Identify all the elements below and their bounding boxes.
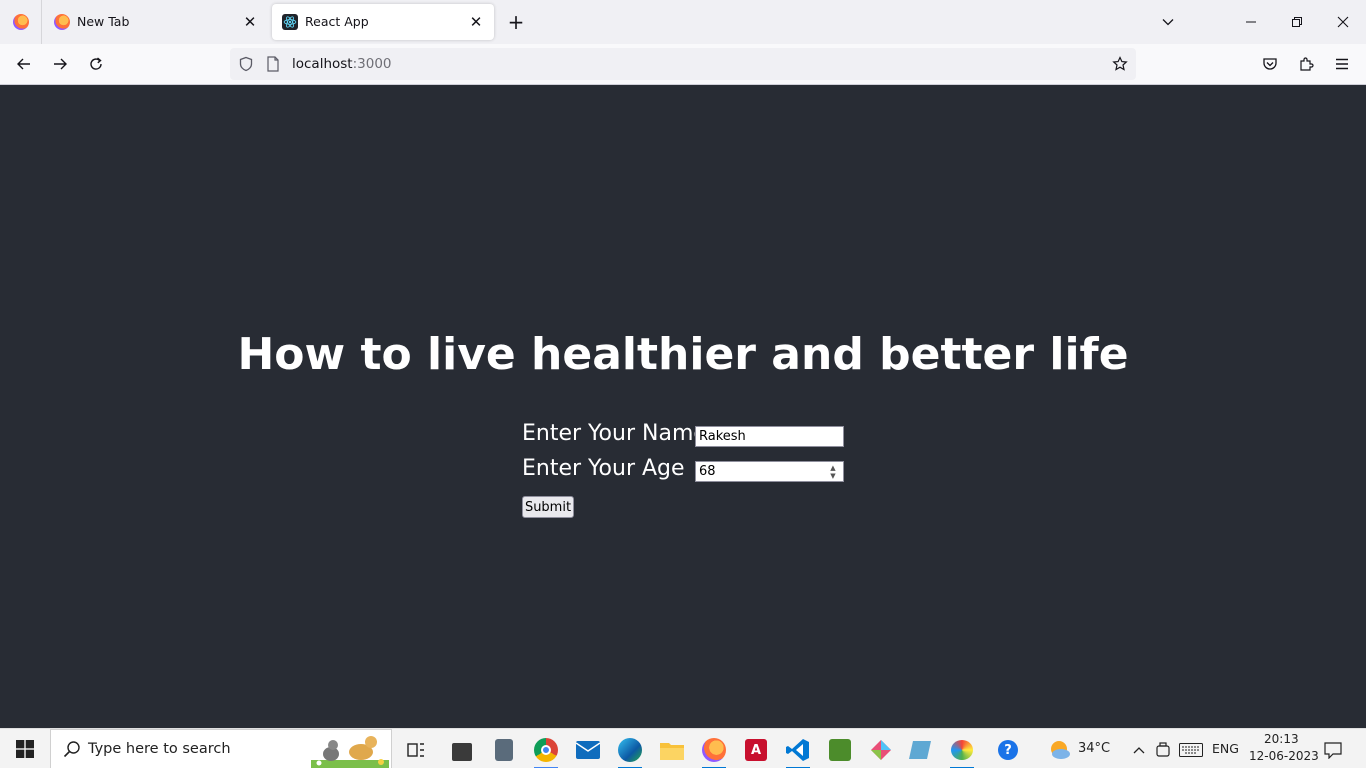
submit-button[interactable]: Submit [522, 496, 574, 518]
spin-up-icon[interactable]: ▲ [830, 464, 835, 472]
acrobat-icon[interactable]: A [741, 735, 771, 765]
tab-title: React App [305, 14, 369, 29]
address-bar[interactable]: localhost:3000 [230, 48, 1136, 80]
taskbar: Type here to search A ? 34°C ENG 20:13 1… [0, 728, 1366, 768]
close-tab-icon[interactable]: ✕ [238, 10, 262, 34]
firefox-icon [12, 14, 29, 30]
language-indicator[interactable]: ENG [1212, 741, 1239, 756]
new-tab-button[interactable]: + [502, 8, 530, 36]
tab-title: New Tab [77, 14, 130, 29]
tab-bar: New Tab ✕ React App ✕ + [0, 0, 1366, 44]
age-input[interactable]: 68 ▲ ▼ [695, 461, 844, 482]
firefox-icon [54, 14, 70, 30]
notepad-app-icon[interactable] [906, 735, 936, 765]
search-highlight-illustration [311, 736, 389, 768]
search-icon [63, 741, 80, 758]
pocket-icon [1263, 58, 1277, 70]
spin-down-icon[interactable]: ▼ [830, 472, 835, 480]
colorful-app-icon[interactable] [866, 735, 896, 765]
vscode-icon[interactable] [783, 735, 813, 768]
extensions-button[interactable] [1292, 50, 1320, 78]
start-button[interactable] [8, 739, 42, 759]
name-label: Enter Your Name [522, 421, 707, 446]
age-label: Enter Your Age [522, 456, 685, 481]
number-spinner[interactable]: ▲ ▼ [825, 463, 841, 480]
name-input[interactable]: Rakesh [695, 426, 844, 447]
meet-now-icon[interactable] [1148, 735, 1178, 765]
windows-logo-icon [16, 740, 34, 758]
reload-button[interactable] [82, 50, 110, 78]
restore-icon [1292, 17, 1302, 27]
back-button[interactable] [10, 50, 38, 78]
firefox-icon[interactable] [699, 735, 729, 768]
calculator-icon[interactable] [489, 735, 519, 765]
navigation-toolbar: localhost:3000 [0, 44, 1366, 85]
restore-button[interactable] [1274, 0, 1320, 44]
help-icon[interactable]: ? [993, 735, 1023, 765]
close-window-button[interactable] [1320, 0, 1366, 44]
forward-button[interactable] [46, 50, 74, 78]
chart-app-icon[interactable] [825, 735, 855, 765]
weather-icon[interactable] [1044, 735, 1074, 765]
paint-app-icon[interactable] [947, 735, 977, 768]
url-text[interactable]: localhost:3000 [292, 56, 392, 72]
hamburger-menu-icon [1336, 58, 1348, 70]
task-view-icon[interactable] [401, 735, 431, 765]
keyboard-icon[interactable] [1176, 735, 1206, 765]
minimize-icon [1246, 21, 1256, 23]
minimize-button[interactable] [1228, 0, 1274, 44]
weather-temperature[interactable]: 34°C [1078, 741, 1110, 756]
edge-icon[interactable] [615, 735, 645, 768]
forward-arrow-icon [54, 58, 67, 70]
clock-time[interactable]: 20:13 [1264, 732, 1299, 746]
page-icon[interactable] [263, 54, 283, 74]
shield-icon[interactable] [236, 54, 256, 74]
mail-icon[interactable] [573, 735, 603, 765]
react-icon [282, 14, 298, 30]
chevron-down-icon [1162, 19, 1174, 26]
close-icon [1337, 16, 1349, 28]
close-tab-icon[interactable]: ✕ [464, 10, 488, 34]
file-explorer-icon[interactable] [657, 735, 687, 765]
age-value: 68 [699, 464, 716, 479]
page-content: How to live healthier and better life En… [0, 85, 1366, 728]
pocket-button[interactable] [1256, 50, 1284, 78]
reload-icon [90, 57, 102, 70]
tab-new-tab[interactable]: New Tab ✕ [44, 4, 268, 40]
search-placeholder: Type here to search [88, 741, 231, 757]
notifications-icon[interactable] [1318, 735, 1348, 765]
page-title: How to live healthier and better life [237, 329, 1129, 380]
back-arrow-icon [17, 58, 30, 70]
firefox-view-button[interactable] [0, 0, 42, 44]
puzzle-icon [1300, 57, 1314, 71]
chrome-icon[interactable] [531, 735, 561, 768]
taskbar-search[interactable]: Type here to search [50, 729, 392, 768]
url-port: :3000 [352, 56, 392, 72]
url-host: localhost [292, 56, 353, 72]
clock-date[interactable]: 12-06-2023 [1249, 749, 1319, 763]
menu-button[interactable] [1328, 50, 1356, 78]
tab-react-app[interactable]: React App ✕ [272, 4, 494, 40]
store-icon[interactable] [447, 735, 477, 765]
bookmark-star-icon[interactable] [1110, 54, 1130, 74]
list-all-tabs-button[interactable] [1145, 0, 1191, 44]
